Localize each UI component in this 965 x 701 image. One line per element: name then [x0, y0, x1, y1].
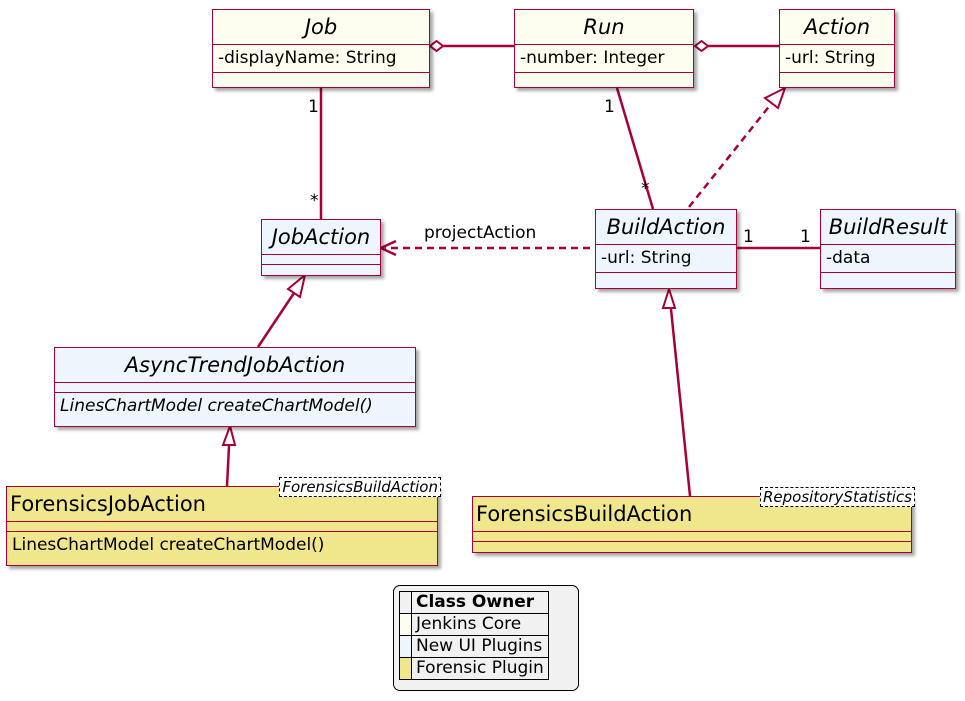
multiplicity-buildaction: *: [641, 179, 650, 199]
aggregation-diamond-run: [693, 39, 710, 53]
class-run[interactable]: Run -number: Integer: [514, 9, 694, 88]
class-methods-empty: [596, 272, 736, 282]
class-attribute: -url: String: [780, 44, 894, 72]
generalization-arrowhead-async: [221, 422, 237, 446]
class-attributes-empty: [262, 254, 380, 264]
class-methods-empty: [473, 541, 911, 551]
legend-swatch-empty: [399, 591, 412, 614]
multiplicity-buildaction-result: 1: [743, 227, 754, 247]
class-asynctrendjobaction[interactable]: AsyncTrendJobAction LinesChartModel crea…: [54, 347, 416, 427]
type-parameter: RepositoryStatistics: [759, 487, 915, 507]
edge-async-jobaction: [256, 292, 296, 348]
legend-row: New UI Plugins: [399, 635, 549, 658]
legend-swatch: [399, 657, 412, 680]
class-methods-empty: [515, 72, 693, 82]
class-job[interactable]: Job -displayName: String: [212, 9, 430, 88]
class-name: BuildResult: [828, 215, 948, 239]
type-parameter: ForensicsBuildAction: [279, 477, 441, 497]
generalization-arrowhead-jobaction: [286, 272, 307, 299]
class-methods-empty: [213, 72, 429, 82]
class-methods-empty: [262, 264, 380, 274]
class-attributes-empty: [7, 521, 437, 531]
class-attributes-empty: [55, 382, 415, 392]
class-forensicsbuildaction[interactable]: ForensicsBuildAction RepositoryStatistic…: [472, 487, 915, 553]
legend-label: New UI Plugins: [411, 635, 549, 658]
legend-label: Forensic Plugin: [411, 657, 549, 680]
label-projectaction: projectAction: [424, 223, 537, 243]
legend-header-row: Class Owner: [399, 591, 549, 614]
class-method: LinesChartModel createChartModel(): [55, 392, 415, 420]
legend-swatch: [399, 635, 412, 658]
class-buildresult[interactable]: BuildResult -data: [820, 209, 956, 289]
aggregation-diamond-job: [428, 39, 445, 53]
class-name: JobAction: [271, 225, 371, 249]
legend-label: Jenkins Core: [411, 613, 549, 636]
class-method: LinesChartModel createChartModel(): [7, 531, 437, 559]
class-name: Run: [583, 15, 625, 39]
edge-forensicsbuild-buildaction: [669, 308, 692, 497]
class-methods-empty: [821, 272, 955, 282]
class-jobaction[interactable]: JobAction: [261, 219, 381, 276]
generalization-arrowhead-buildaction: [661, 285, 677, 309]
multiplicity-job: 1: [308, 97, 319, 117]
legend-swatch: [399, 613, 412, 636]
class-attribute: -url: String: [596, 244, 736, 272]
class-name: BuildAction: [606, 215, 726, 239]
legend-table: Class Owner Jenkins Core New UI Plugins …: [399, 591, 549, 680]
class-name: AsyncTrendJobAction: [124, 353, 346, 377]
class-attribute: -data: [821, 244, 955, 272]
legend-row: Forensic Plugin: [399, 657, 549, 680]
class-action[interactable]: Action -url: String: [779, 9, 895, 88]
legend: Class Owner Jenkins Core New UI Plugins …: [393, 585, 579, 691]
class-methods-empty: [780, 72, 894, 82]
multiplicity-jobaction: *: [310, 191, 319, 211]
class-attributes-empty: [473, 531, 911, 541]
class-buildaction[interactable]: BuildAction -url: String: [595, 209, 737, 289]
class-name: Action: [803, 15, 871, 39]
edge-buildaction-action: [688, 103, 772, 208]
multiplicity-run: 1: [604, 97, 615, 117]
edge-forensicsjob-async: [225, 445, 231, 487]
legend-title: Class Owner: [411, 591, 549, 614]
realization-arrowhead: [763, 86, 787, 110]
class-name: Job: [304, 15, 338, 39]
class-forensicsjobaction[interactable]: ForensicsJobAction ForensicsBuildAction …: [6, 477, 441, 566]
class-attribute: -displayName: String: [213, 44, 429, 72]
legend-row: Jenkins Core: [399, 613, 549, 636]
class-attribute: -number: Integer: [515, 44, 693, 72]
multiplicity-buildresult: 1: [800, 227, 811, 247]
